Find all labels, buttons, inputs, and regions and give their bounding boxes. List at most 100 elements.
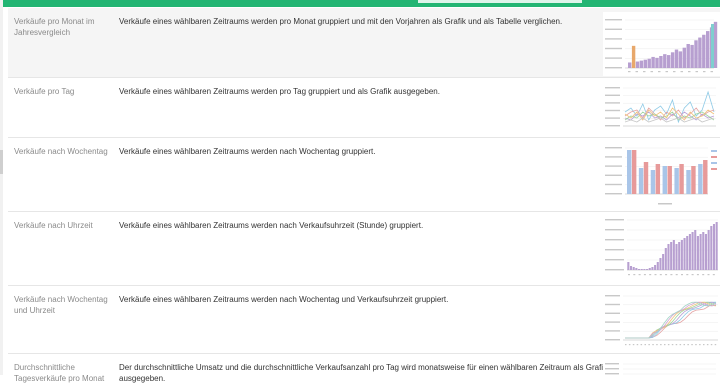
thumbnail-bar xyxy=(648,268,651,270)
thumbnail-tick-label xyxy=(656,344,658,346)
report-name[interactable]: Verkäufe nach Uhrzeit xyxy=(14,220,114,231)
report-row[interactable]: Durchschnittliche Tagesverkäufe pro Mona… xyxy=(8,354,720,384)
report-description: Der durchschnittliche Umsatz und die dur… xyxy=(119,363,608,383)
multi-line-chart-thumbnail[interactable] xyxy=(603,82,720,134)
thumbnail-bar xyxy=(627,262,630,270)
thumbnail-tick-label xyxy=(605,87,620,89)
weekday-bar-chart-thumbnail[interactable] xyxy=(603,142,720,208)
thumbnail-bar xyxy=(707,230,710,270)
thumbnail-bar xyxy=(664,248,667,270)
thumbnail-bar xyxy=(703,160,708,194)
thumbnail-tick-label xyxy=(605,165,622,167)
weekday-hour-line-chart-thumbnail[interactable] xyxy=(603,290,720,352)
thumbnail-tick-label xyxy=(712,274,715,276)
thumbnail-tick-label xyxy=(628,71,631,73)
thumbnail-tick-label xyxy=(605,28,622,30)
thumbnail-tick-label xyxy=(686,274,689,276)
report-row[interactable]: Verkäufe nach Uhrzeit Verkäufe eines wäh… xyxy=(8,212,720,286)
thumbnail-tick-label xyxy=(649,274,652,276)
thumbnail-tick-label xyxy=(664,344,666,346)
thumbnail-tick-label xyxy=(702,274,705,276)
thumbnail-bar xyxy=(672,240,675,270)
thumbnail-tick-label xyxy=(605,156,622,158)
thumbnail-bar xyxy=(702,34,706,68)
report-name[interactable]: Durchschnittliche Tagesverkäufe pro Mona… xyxy=(14,362,114,384)
report-description: Verkäufe eines wählbaren Zeitraums werde… xyxy=(119,87,440,96)
report-row[interactable]: Verkäufe nach Wochentag und Uhrzeit Verk… xyxy=(8,286,720,354)
report-row[interactable]: Verkäufe pro Tag Verkäufe eines wählbare… xyxy=(8,78,720,138)
thumbnail-tick-label xyxy=(707,274,710,276)
thumbnail-background xyxy=(603,358,720,378)
thumbnail-background xyxy=(603,290,720,352)
thumbnail-tick-label xyxy=(605,19,622,21)
thumbnail-tick-label xyxy=(675,274,678,276)
thumbnail-bar xyxy=(682,47,686,68)
thumbnail-tick-label xyxy=(605,125,620,127)
thumbnail-tick-label xyxy=(635,71,638,73)
thumbnail-tick-label xyxy=(605,174,622,176)
thumbnail-bar xyxy=(629,266,633,270)
thumbnail-bar xyxy=(686,44,690,68)
thumbnail-legend-swatch xyxy=(711,168,717,170)
average-chart-thumbnail[interactable] xyxy=(603,358,720,378)
thumbnail-bar xyxy=(631,45,636,68)
thumbnail-bar xyxy=(675,244,678,270)
thumbnail-tick-label xyxy=(605,47,622,50)
thumbnail-tick-label xyxy=(691,274,694,276)
thumbnail-bar xyxy=(706,31,710,68)
thumbnail-tick-label xyxy=(605,330,620,332)
thumbnail-bar xyxy=(646,269,649,270)
thumbnail-bar xyxy=(643,59,647,68)
thumbnail-bar xyxy=(662,166,667,194)
report-name[interactable]: Verkäufe pro Monat im Jahresvergleich xyxy=(14,16,114,38)
thumbnail-bar xyxy=(680,240,683,270)
sidebar-toggle-handle[interactable] xyxy=(0,150,3,174)
thumbnail-tick-label xyxy=(714,344,717,346)
thumbnail-bar xyxy=(647,58,651,68)
thumbnail-tick-label xyxy=(695,71,698,73)
thumbnail-tick-label xyxy=(703,71,706,73)
thumbnail-tick-label xyxy=(670,274,673,276)
thumbnail-tick-label xyxy=(628,344,631,346)
thumbnail-tick-label xyxy=(605,229,624,231)
top-bar-button[interactable] xyxy=(418,0,582,3)
thumbnail-tick-label xyxy=(605,259,624,261)
thumbnail-bar xyxy=(674,168,679,194)
thumbnail-bar xyxy=(638,168,644,194)
thumbnail-bar xyxy=(628,62,632,68)
thumbnail-tick-label xyxy=(658,71,661,73)
grouped-bar-chart-thumbnail[interactable] xyxy=(603,12,720,76)
thumbnail-tick-label xyxy=(605,109,620,112)
thumbnail-bar xyxy=(678,242,681,270)
report-description: Verkäufe eines wählbaren Zeitraums werde… xyxy=(119,295,449,304)
thumbnail-tick-label xyxy=(659,274,662,276)
thumbnail-legend-swatch xyxy=(711,156,717,158)
thumbnail-tick-label xyxy=(636,344,639,346)
thumbnail-bar xyxy=(656,262,659,270)
thumbnail-bar xyxy=(670,242,673,270)
report-row[interactable]: Verkäufe nach Wochentag Verkäufe eines w… xyxy=(8,138,720,212)
thumbnail-tick-label xyxy=(605,368,619,370)
thumbnail-tick-label xyxy=(605,147,622,149)
thumbnail-tick-label xyxy=(680,71,683,73)
thumbnail-tick-label xyxy=(699,344,701,346)
thumbnail-tick-label xyxy=(605,295,620,297)
report-description: Verkäufe eines wählbaren Zeitraums werde… xyxy=(119,221,424,230)
thumbnail-bar xyxy=(627,150,632,194)
thumbnail-tick-label xyxy=(654,274,657,276)
hourly-bar-chart-thumbnail[interactable] xyxy=(603,216,720,282)
left-scroll-edge xyxy=(0,0,3,375)
thumbnail-tick-label xyxy=(638,274,641,276)
thumbnail-bar xyxy=(683,238,686,270)
report-row[interactable]: Verkäufe pro Monat im Jahresvergleich Ve… xyxy=(8,8,720,78)
thumbnail-bar xyxy=(654,265,657,270)
thumbnail-bar xyxy=(691,232,694,270)
thumbnail-tick-label xyxy=(644,344,646,346)
thumbnail-tick-label xyxy=(632,344,635,346)
report-name[interactable]: Verkäufe nach Wochentag und Uhrzeit xyxy=(14,294,114,316)
thumbnail-bar xyxy=(655,57,659,68)
report-name[interactable]: Verkäufe nach Wochentag xyxy=(14,146,114,157)
thumbnail-tick-label xyxy=(687,344,689,346)
thumbnail-bar xyxy=(659,258,662,270)
report-name[interactable]: Verkäufe pro Tag xyxy=(14,86,114,97)
